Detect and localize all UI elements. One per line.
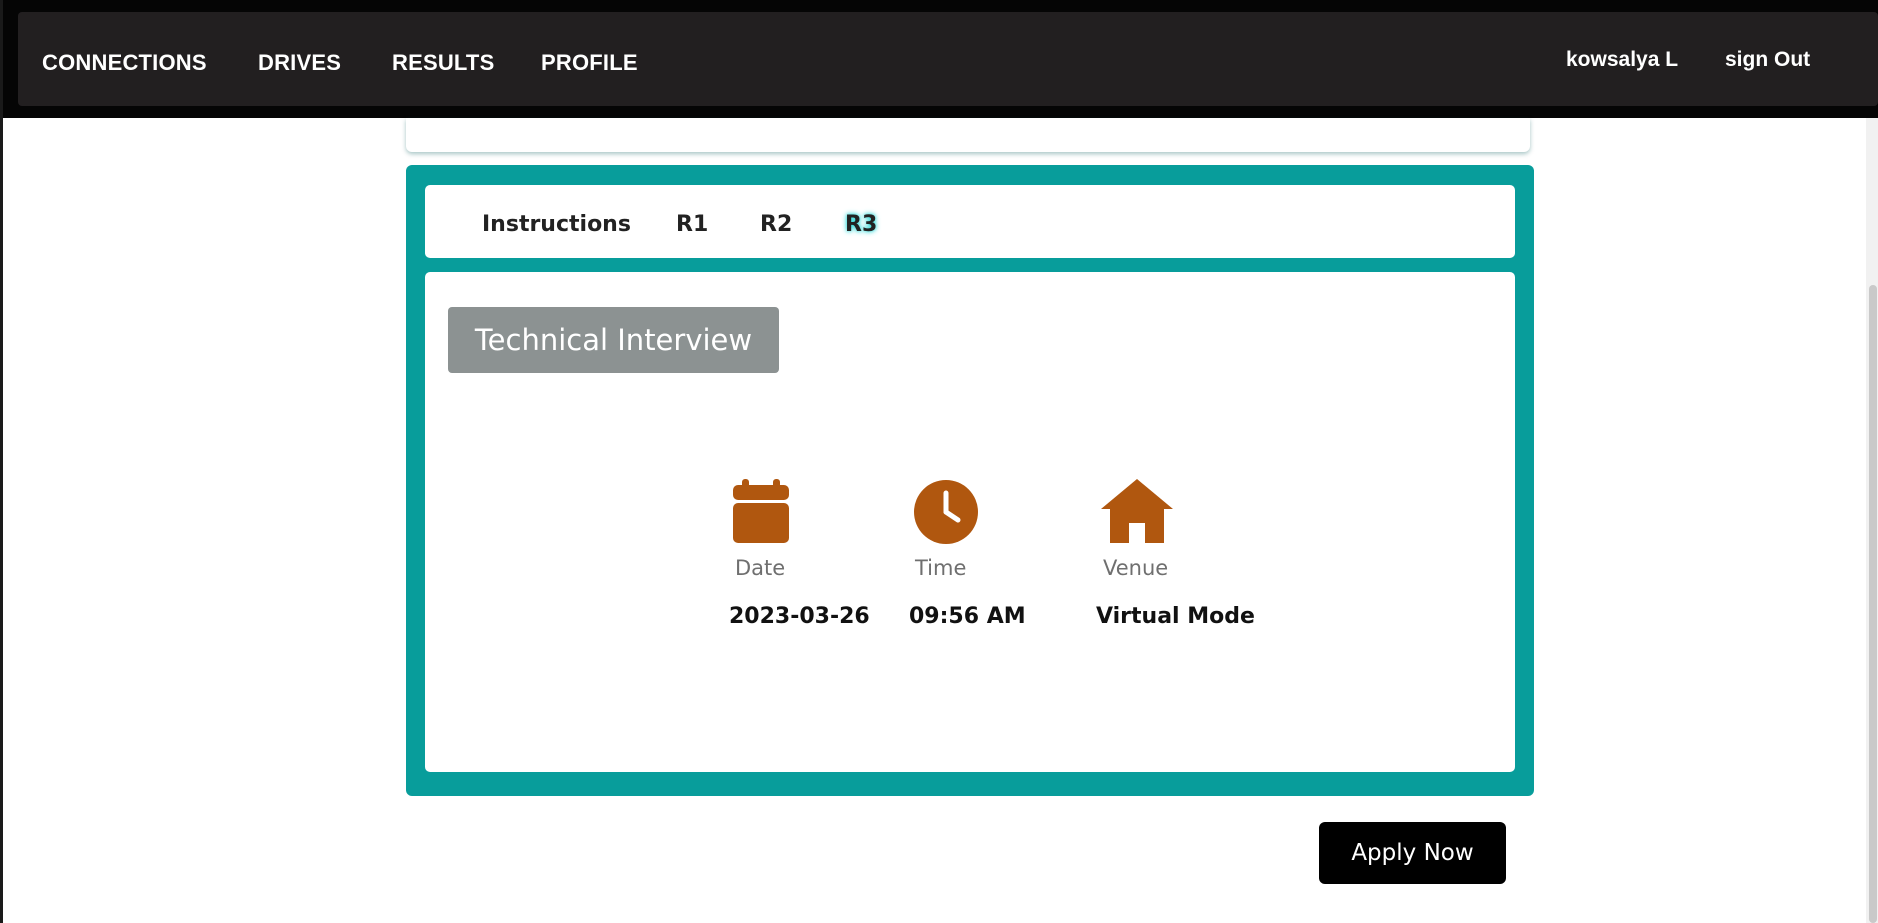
apply-now-button[interactable]: Apply Now: [1319, 822, 1506, 884]
page: CONNECTIONS DRIVES RESULTS PROFILE kowsa…: [0, 0, 1878, 923]
round-tabs: Instructions R1 R2 R3: [425, 185, 1515, 258]
tab-instructions[interactable]: Instructions: [482, 212, 631, 237]
user-name[interactable]: kowsalya L: [1566, 48, 1678, 72]
clock-icon: [914, 480, 978, 544]
rounds-container: Instructions R1 R2 R3 Technical Intervie…: [406, 165, 1534, 796]
round-title-badge: Technical Interview: [448, 307, 779, 373]
date-label: Date: [735, 556, 786, 580]
navbar: CONNECTIONS DRIVES RESULTS PROFILE kowsa…: [18, 12, 1878, 106]
tab-r3[interactable]: R3: [845, 212, 877, 237]
nav-connections[interactable]: CONNECTIONS: [42, 50, 207, 76]
previous-card: [406, 118, 1530, 152]
time-value: 09:56 AM: [909, 604, 1026, 629]
calendar-icon: [733, 479, 789, 543]
nav-results[interactable]: RESULTS: [392, 50, 494, 76]
date-value: 2023-03-26: [729, 604, 870, 629]
round-details-panel: Technical Interview Date 2023-03-26 Time…: [425, 272, 1515, 772]
tab-r1[interactable]: R1: [676, 212, 708, 237]
venue-value: Virtual Mode: [1096, 604, 1255, 629]
house-icon: [1101, 479, 1173, 543]
sign-out-link[interactable]: sign Out: [1725, 48, 1810, 72]
nav-profile[interactable]: PROFILE: [541, 50, 638, 76]
tab-r2[interactable]: R2: [760, 212, 792, 237]
scrollbar-thumb[interactable]: [1869, 285, 1877, 923]
venue-label: Venue: [1103, 556, 1169, 580]
time-label: Time: [915, 556, 967, 580]
left-edge: [0, 0, 3, 923]
nav-drives[interactable]: DRIVES: [258, 50, 341, 76]
